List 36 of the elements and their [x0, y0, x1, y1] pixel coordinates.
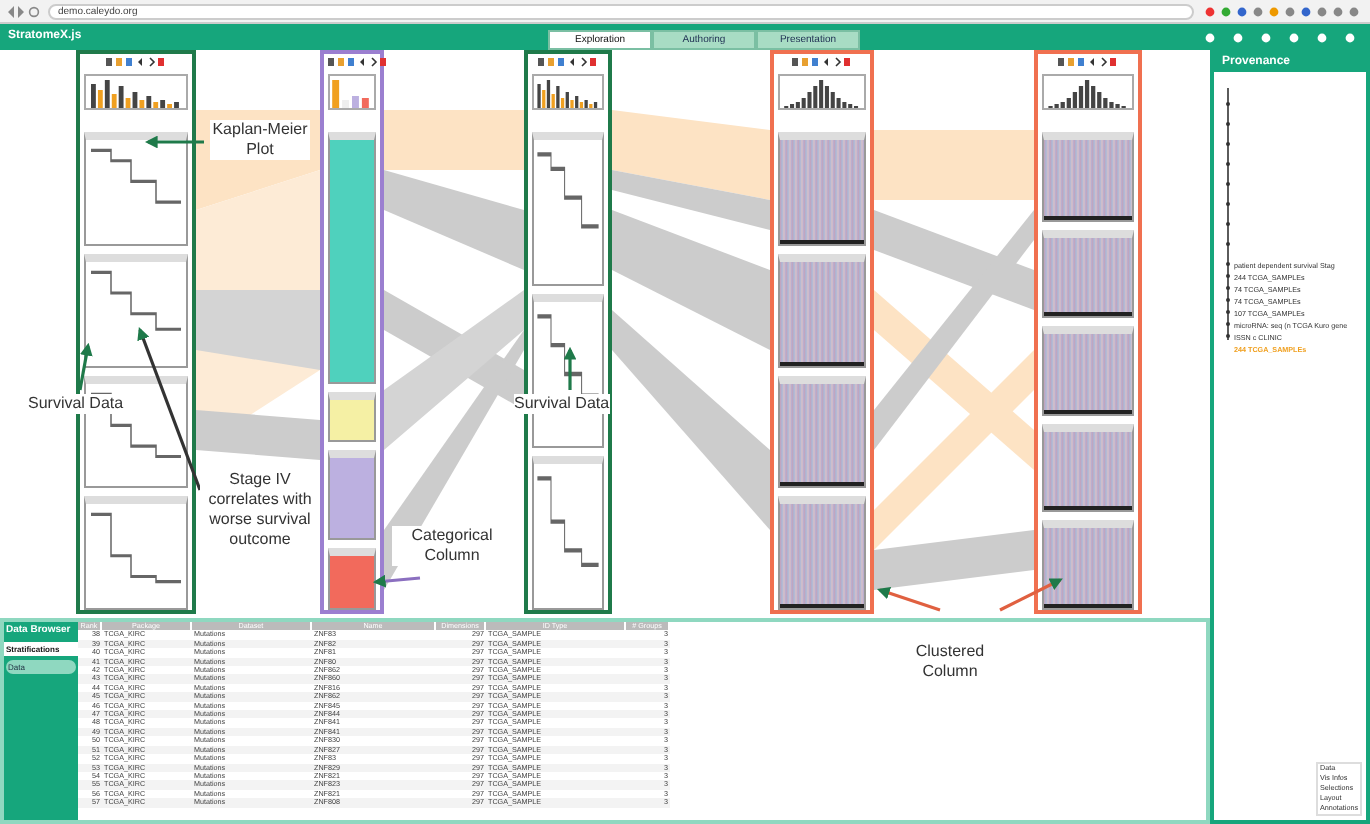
heatmap[interactable] — [778, 375, 866, 489]
histogram-thumbnail — [84, 74, 188, 110]
heatmap[interactable] — [1042, 132, 1134, 222]
arrow — [563, 346, 577, 390]
km-plot[interactable] — [84, 132, 188, 246]
annotation-label: Kaplan-Meier Plot — [210, 120, 310, 160]
heatmap[interactable] — [778, 496, 866, 610]
heatmap[interactable] — [778, 132, 866, 246]
heatmap[interactable] — [1042, 423, 1134, 513]
heatmap[interactable] — [1042, 229, 1134, 319]
nav-icons[interactable] — [8, 5, 40, 17]
arrow — [999, 578, 1063, 612]
histogram-thumbnail — [328, 74, 376, 110]
km-plot[interactable] — [532, 456, 604, 610]
heatmap[interactable] — [1042, 326, 1134, 416]
toolbar-icons[interactable] — [106, 56, 166, 68]
ribbon-band — [196, 290, 320, 370]
annotation-label: Survival Data — [28, 394, 124, 414]
arrow — [372, 574, 421, 588]
km-plot[interactable] — [84, 496, 188, 610]
extension-icons[interactable] — [1202, 5, 1362, 17]
km-plot[interactable] — [84, 253, 188, 367]
heatmap[interactable] — [778, 253, 866, 367]
toolbar-icons[interactable] — [792, 56, 852, 68]
toolbar-icons[interactable] — [328, 56, 388, 68]
histogram-thumbnail — [532, 74, 604, 110]
ribbon-band — [196, 410, 320, 460]
arrow — [876, 586, 941, 612]
annotation-label: Survival Data — [514, 394, 610, 414]
histogram-thumbnail — [1042, 74, 1134, 110]
histogram-thumbnail — [778, 74, 866, 110]
toolbar-icons[interactable] — [1058, 56, 1118, 68]
heatmap[interactable] — [1042, 520, 1134, 610]
km-plot[interactable] — [532, 132, 604, 286]
toolbar-icons[interactable] — [538, 56, 598, 68]
km-plot[interactable] — [84, 375, 188, 489]
